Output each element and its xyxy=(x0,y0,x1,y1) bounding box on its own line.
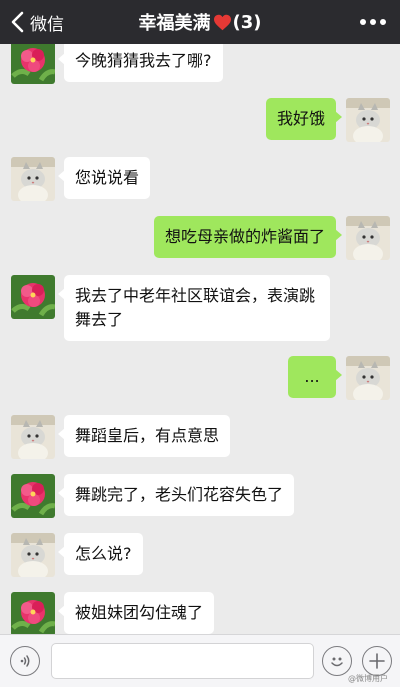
back-button[interactable]: 微信 xyxy=(10,0,64,44)
cat-avatar[interactable] xyxy=(346,216,390,260)
group-name: 幸福美满 xyxy=(138,13,211,34)
chevron-left-icon xyxy=(11,11,24,33)
more-button[interactable] xyxy=(360,14,386,30)
message-bubble[interactable]: 怎么说? xyxy=(58,533,143,575)
back-label: 微信 xyxy=(30,14,64,35)
red-heart-icon xyxy=(213,14,231,30)
member-count: (3) xyxy=(232,11,262,33)
cat-avatar-image xyxy=(346,98,390,142)
flower-avatar-image xyxy=(11,592,55,634)
message-input[interactable] xyxy=(51,643,314,679)
cat-avatar[interactable] xyxy=(11,415,55,459)
voice-icon xyxy=(20,655,30,667)
message-bubble[interactable]: 今晚猜猜我去了哪? xyxy=(58,44,223,82)
cat-avatar[interactable] xyxy=(11,157,55,201)
message-bubble[interactable]: 我去了中老年社区联谊会，表演跳舞去了 xyxy=(58,275,330,341)
cat-avatar[interactable] xyxy=(346,98,390,142)
more-dots-icon xyxy=(360,19,366,25)
message-bubble[interactable]: 舞蹈皇后，有点意思 xyxy=(57,415,231,457)
message-bubble[interactable]: 舞跳完了，老头们花容失色了 xyxy=(57,474,295,516)
input-bar: @微博用户 xyxy=(0,634,400,687)
flower-avatar[interactable] xyxy=(11,592,55,634)
flower-avatar[interactable] xyxy=(11,44,55,84)
emoji-icon xyxy=(331,657,343,667)
flower-avatar-image xyxy=(11,44,55,84)
cat-avatar[interactable] xyxy=(346,356,390,400)
plus-button[interactable] xyxy=(362,646,392,676)
message-bubble[interactable]: 想吃母亲做的炸酱面了 xyxy=(153,216,343,258)
message-list[interactable]: 今晚猜猜我去了哪? 我好饿 您说说看 想吃母亲做的炸酱面了 我去了中老年社区联谊… xyxy=(0,44,400,634)
voice-button[interactable] xyxy=(10,646,40,676)
message-bubble[interactable]: 您说说看 xyxy=(57,157,151,199)
flower-avatar[interactable] xyxy=(11,275,55,319)
emoji-button[interactable] xyxy=(322,646,352,676)
plus-icon xyxy=(369,653,385,669)
cat-avatar-image xyxy=(11,415,55,459)
chat-header: 微信 幸福美满 (3) xyxy=(0,0,400,44)
cat-avatar-image xyxy=(346,356,390,400)
cat-avatar-image xyxy=(346,216,390,260)
flower-avatar-image xyxy=(11,275,55,319)
flower-avatar[interactable] xyxy=(11,474,55,518)
cat-avatar[interactable] xyxy=(11,533,55,577)
message-bubble[interactable]: 我好饿 xyxy=(265,98,343,140)
message-bubble[interactable]: ... xyxy=(288,356,342,398)
cat-avatar-image xyxy=(11,157,55,201)
watermark: @微博用户 xyxy=(348,674,388,683)
cat-avatar-image xyxy=(11,533,55,577)
flower-avatar-image xyxy=(11,474,55,518)
message-bubble[interactable]: 被姐妹团勾住魂了 xyxy=(57,592,215,634)
